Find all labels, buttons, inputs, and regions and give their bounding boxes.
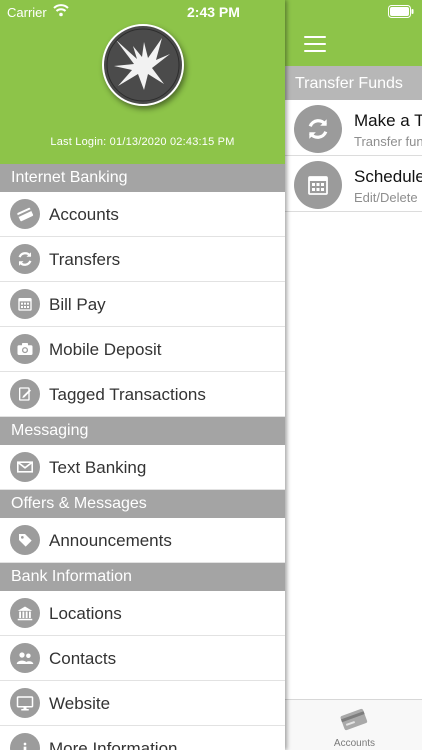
menu-item-website[interactable]: Website xyxy=(0,681,285,726)
calendar-icon xyxy=(294,161,342,209)
scheduled-title: Schedule xyxy=(354,167,422,186)
menu-item-contacts[interactable]: Contacts xyxy=(0,636,285,681)
side-drawer: Carrier 2:43 PM Last Login: 01/13/2020 0… xyxy=(0,0,285,750)
menu-item-label: Tagged Transactions xyxy=(49,385,206,404)
bank-building-icon xyxy=(10,598,40,628)
menu-item-label: Accounts xyxy=(49,205,119,224)
menu-item-label: Text Banking xyxy=(49,458,147,477)
menu-item-locations[interactable]: Locations xyxy=(0,591,285,636)
status-time: 2:43 PM xyxy=(187,4,240,20)
menu-item-text-banking[interactable]: Text Banking xyxy=(0,445,285,490)
main-top-bar xyxy=(284,0,422,66)
menu-item-label: Bill Pay xyxy=(49,295,106,314)
menu-item-label: More Information xyxy=(49,739,178,750)
info-icon xyxy=(10,733,40,750)
main-panel: Transfer Funds Make a T Transfer fun Sch… xyxy=(284,0,422,750)
refresh-icon xyxy=(294,105,342,153)
menu-item-label: Contacts xyxy=(49,649,117,668)
section-internet-banking: Internet Banking xyxy=(0,164,285,192)
carrier-label: Carrier xyxy=(7,5,47,20)
status-bar: Carrier 2:43 PM xyxy=(0,0,285,24)
menu-hamburger-icon[interactable] xyxy=(304,36,326,52)
tab-accounts-label: Accounts xyxy=(333,738,376,749)
scheduled-subtitle: Edit/Delete xyxy=(354,190,418,205)
wifi-icon xyxy=(53,4,69,17)
camera-icon xyxy=(10,334,40,364)
scheduled-transfers-row[interactable]: Schedule Edit/Delete xyxy=(284,156,422,212)
menu-item-more-information[interactable]: More Information xyxy=(0,726,285,750)
menu-item-label: Mobile Deposit xyxy=(49,340,162,359)
section-offers-messages: Offers & Messages xyxy=(0,490,285,518)
credit-card-icon xyxy=(10,199,40,229)
credit-card-icon xyxy=(340,708,368,731)
last-login-text: Last Login: 01/13/2020 02:43:15 PM xyxy=(50,136,235,148)
calendar-icon xyxy=(10,289,40,319)
transfer-funds-header: Transfer Funds xyxy=(284,66,422,100)
envelope-icon xyxy=(10,452,40,482)
tab-bar: Accounts xyxy=(284,699,422,750)
menu-item-accounts[interactable]: Accounts xyxy=(0,192,285,237)
make-transfer-title: Make a T xyxy=(354,111,422,130)
menu-item-label: Transfers xyxy=(49,250,121,269)
menu-item-bill-pay[interactable]: Bill Pay xyxy=(0,282,285,327)
tag-icon xyxy=(10,525,40,555)
bank-eagle-logo xyxy=(102,24,184,106)
edit-note-icon xyxy=(10,379,40,409)
section-bank-information: Bank Information xyxy=(0,563,285,591)
menu-item-label: Locations xyxy=(49,604,122,623)
menu-item-announcements[interactable]: Announcements xyxy=(0,518,285,563)
make-transfer-row[interactable]: Make a T Transfer fun xyxy=(284,100,422,156)
menu-item-label: Website xyxy=(49,694,111,713)
make-transfer-subtitle: Transfer fun xyxy=(354,134,422,149)
menu-item-mobile-deposit[interactable]: Mobile Deposit xyxy=(0,327,285,372)
battery-icon xyxy=(388,5,414,18)
menu-item-tagged-transactions[interactable]: Tagged Transactions xyxy=(0,372,285,417)
drawer-menu: Internet Banking Accounts Transfers Bill… xyxy=(0,164,285,750)
section-messaging: Messaging xyxy=(0,417,285,445)
menu-item-label: Announcements xyxy=(49,531,172,550)
people-icon xyxy=(10,643,40,673)
menu-item-transfers[interactable]: Transfers xyxy=(0,237,285,282)
refresh-icon xyxy=(10,244,40,274)
monitor-icon xyxy=(10,688,40,718)
drawer-header: Carrier 2:43 PM Last Login: 01/13/2020 0… xyxy=(0,0,285,164)
